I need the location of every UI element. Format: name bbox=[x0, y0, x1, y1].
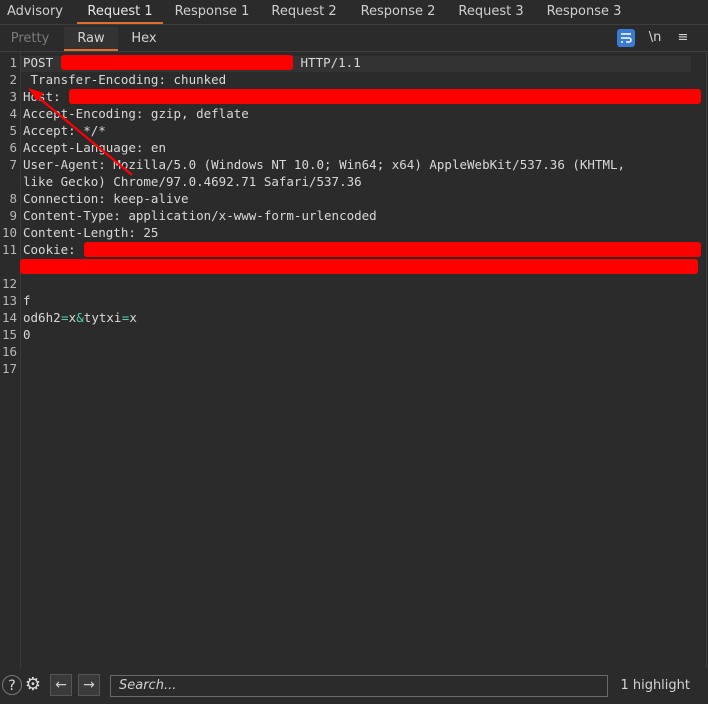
code-text: Accept-Language: en bbox=[23, 140, 166, 155]
search-input[interactable]: Search... bbox=[110, 675, 608, 697]
line-number: 5 bbox=[9, 123, 17, 138]
newline-toggle-button[interactable]: \n bbox=[646, 29, 664, 47]
line-number: 11 bbox=[1, 242, 17, 257]
line-number: 6 bbox=[9, 140, 17, 155]
code-text: Host: bbox=[23, 89, 69, 104]
code-text: tytxi bbox=[83, 310, 122, 325]
hamburger-menu-icon[interactable]: ≡ bbox=[674, 29, 692, 47]
code-text: Content-Length: 25 bbox=[23, 225, 159, 240]
redacted-value bbox=[61, 55, 293, 70]
redacted-value bbox=[68, 89, 701, 104]
footer-bar: ? ⚙ ← → Search... 1 highlight bbox=[0, 668, 708, 704]
line-number: 12 bbox=[1, 276, 17, 291]
tab-request-1[interactable]: Request 1 bbox=[77, 0, 163, 24]
line-number: 13 bbox=[1, 293, 17, 308]
code-text: f bbox=[23, 293, 31, 308]
line-number: 16 bbox=[1, 344, 17, 359]
tab-response-1[interactable]: Response 1 bbox=[172, 0, 252, 23]
line-number: 14 bbox=[1, 310, 17, 325]
code-text: Accept: */* bbox=[23, 123, 106, 138]
highlight-count: 1 highlight bbox=[620, 678, 690, 693]
view-tabs: Pretty Raw Hex bbox=[0, 27, 708, 51]
message-tabs: Advisory Request 1 Response 1 Request 2 … bbox=[0, 0, 708, 25]
code-text: 0 bbox=[23, 327, 31, 342]
code-text: HTTP/1.1 bbox=[293, 55, 361, 70]
code-operator: = bbox=[121, 310, 130, 325]
tab-request-2[interactable]: Request 2 bbox=[268, 0, 340, 23]
tab-response-2[interactable]: Response 2 bbox=[356, 0, 440, 23]
code-text: POST bbox=[23, 55, 61, 70]
code-text: User-Agent: Mozilla/5.0 (Windows NT 10.0… bbox=[23, 157, 626, 172]
line-number: 15 bbox=[1, 327, 17, 342]
wrap-lines-glyph bbox=[621, 33, 632, 43]
code-text: od6h2 bbox=[23, 310, 61, 325]
redacted-value bbox=[20, 259, 698, 274]
code-operator: & bbox=[76, 310, 84, 325]
code-text: Connection: keep-alive bbox=[23, 191, 189, 206]
code-text: Cookie: bbox=[23, 242, 84, 257]
tab-request-3[interactable]: Request 3 bbox=[455, 0, 527, 23]
line-number: 10 bbox=[1, 225, 17, 240]
line-number: 7 bbox=[9, 157, 17, 172]
code-text: x bbox=[68, 310, 77, 325]
line-number: 9 bbox=[9, 208, 17, 223]
redacted-value bbox=[83, 242, 701, 257]
help-icon[interactable]: ? bbox=[2, 675, 22, 695]
line-number: 3 bbox=[9, 89, 17, 104]
tab-advisory[interactable]: Advisory bbox=[2, 0, 68, 23]
tab-pretty[interactable]: Pretty bbox=[4, 27, 56, 51]
code-text: Transfer-Encoding: chunked bbox=[23, 72, 227, 87]
line-number: 8 bbox=[9, 191, 17, 206]
code-text: x bbox=[129, 310, 137, 325]
request-editor[interactable]: 1 POST HTTP/1.1 2 Transfer-Encoding: chunk… bbox=[0, 51, 707, 669]
tab-hex[interactable]: Hex bbox=[122, 27, 166, 51]
line-number: 4 bbox=[9, 106, 17, 121]
line-number: 17 bbox=[1, 361, 17, 376]
gear-icon[interactable]: ⚙ bbox=[23, 675, 43, 695]
line-number: 2 bbox=[9, 72, 17, 87]
code-text: like Gecko) Chrome/97.0.4692.71 Safari/5… bbox=[23, 174, 362, 189]
wrap-lines-icon[interactable] bbox=[617, 29, 635, 47]
code-operator: = bbox=[61, 310, 69, 325]
line-number: 1 bbox=[9, 55, 17, 70]
arrow-right-icon[interactable]: → bbox=[78, 674, 100, 696]
code-text: Content-Type: application/x-www-form-url… bbox=[23, 208, 377, 223]
tab-raw[interactable]: Raw bbox=[64, 27, 118, 51]
code-text: Accept-Encoding: gzip, deflate bbox=[23, 106, 249, 121]
arrow-left-icon[interactable]: ← bbox=[50, 674, 72, 696]
tab-response-3[interactable]: Response 3 bbox=[543, 0, 625, 23]
